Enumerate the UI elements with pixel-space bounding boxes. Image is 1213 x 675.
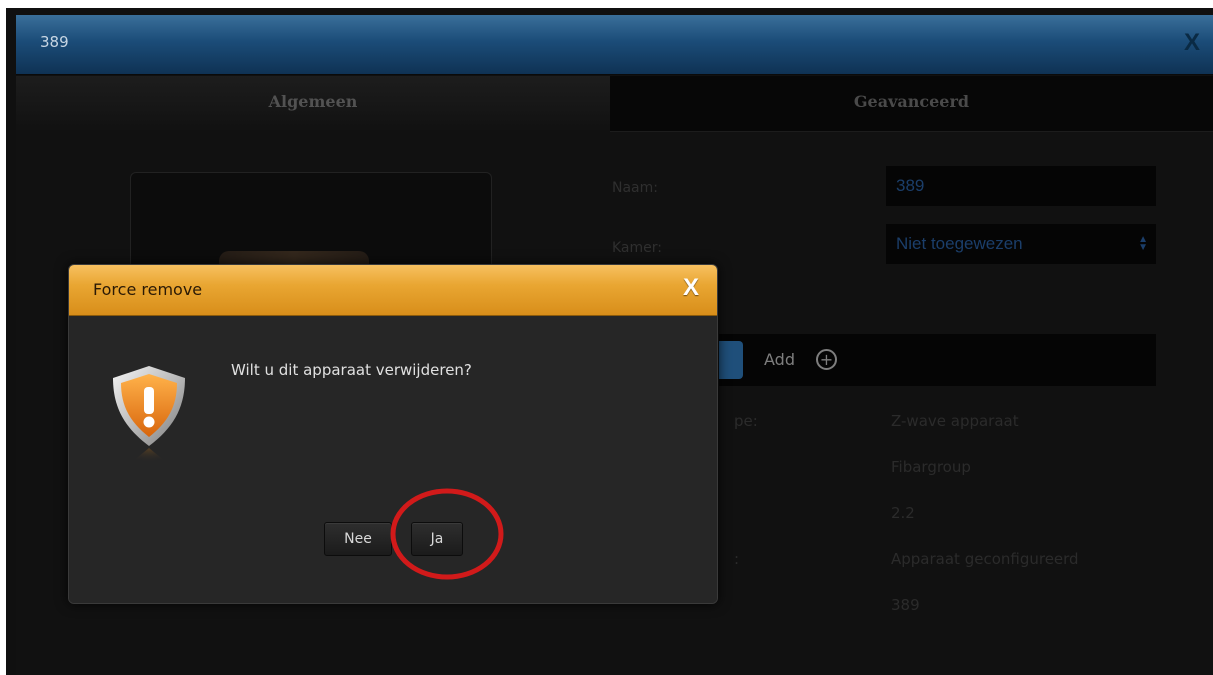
room-label: Kamer: — [612, 240, 662, 256]
dialog-message: Wilt u dit apparaat verwijderen? — [231, 361, 472, 379]
name-label: Naam: — [612, 180, 658, 196]
info-value-version: 2.2 — [891, 504, 915, 522]
warning-shield-icon — [113, 366, 185, 466]
info-value-manufacturer: Fibargroup — [891, 458, 971, 476]
add-tag-label[interactable]: Add — [764, 350, 795, 369]
window-close-button[interactable]: X — [1179, 30, 1205, 56]
room-select[interactable]: Niet toegewezen ▲ ▼ — [886, 224, 1156, 264]
tab-bar: Algemeen Geavanceerd — [16, 76, 1213, 132]
tab-geavanceerd[interactable]: Geavanceerd — [610, 76, 1213, 132]
dialog-header: Force remove X — [69, 265, 717, 316]
highlight-circle-annotation — [390, 488, 504, 580]
window-titlebar: 389 X — [16, 15, 1213, 75]
tab-algemeen[interactable]: Algemeen — [16, 76, 610, 132]
tag-chip[interactable] — [719, 341, 743, 379]
window-title: 389 — [40, 33, 69, 51]
info-label-status: : — [734, 550, 740, 568]
room-select-value: Niet toegewezen — [896, 234, 1023, 253]
name-input[interactable]: 389 — [886, 166, 1156, 206]
info-value-status: Apparaat geconfigureerd — [891, 550, 1079, 568]
dialog-title: Force remove — [93, 280, 203, 299]
info-label-type: pe: — [734, 412, 758, 430]
select-arrows-icon: ▲ ▼ — [1138, 234, 1148, 253]
no-button[interactable]: Nee — [324, 522, 392, 556]
tag-bar: Add + — [719, 334, 1156, 386]
info-value-id: 389 — [891, 596, 920, 614]
plus-circle-icon[interactable]: + — [816, 349, 837, 370]
info-value-type: Z-wave apparaat — [891, 412, 1019, 430]
dialog-close-button[interactable]: X — [683, 274, 699, 302]
